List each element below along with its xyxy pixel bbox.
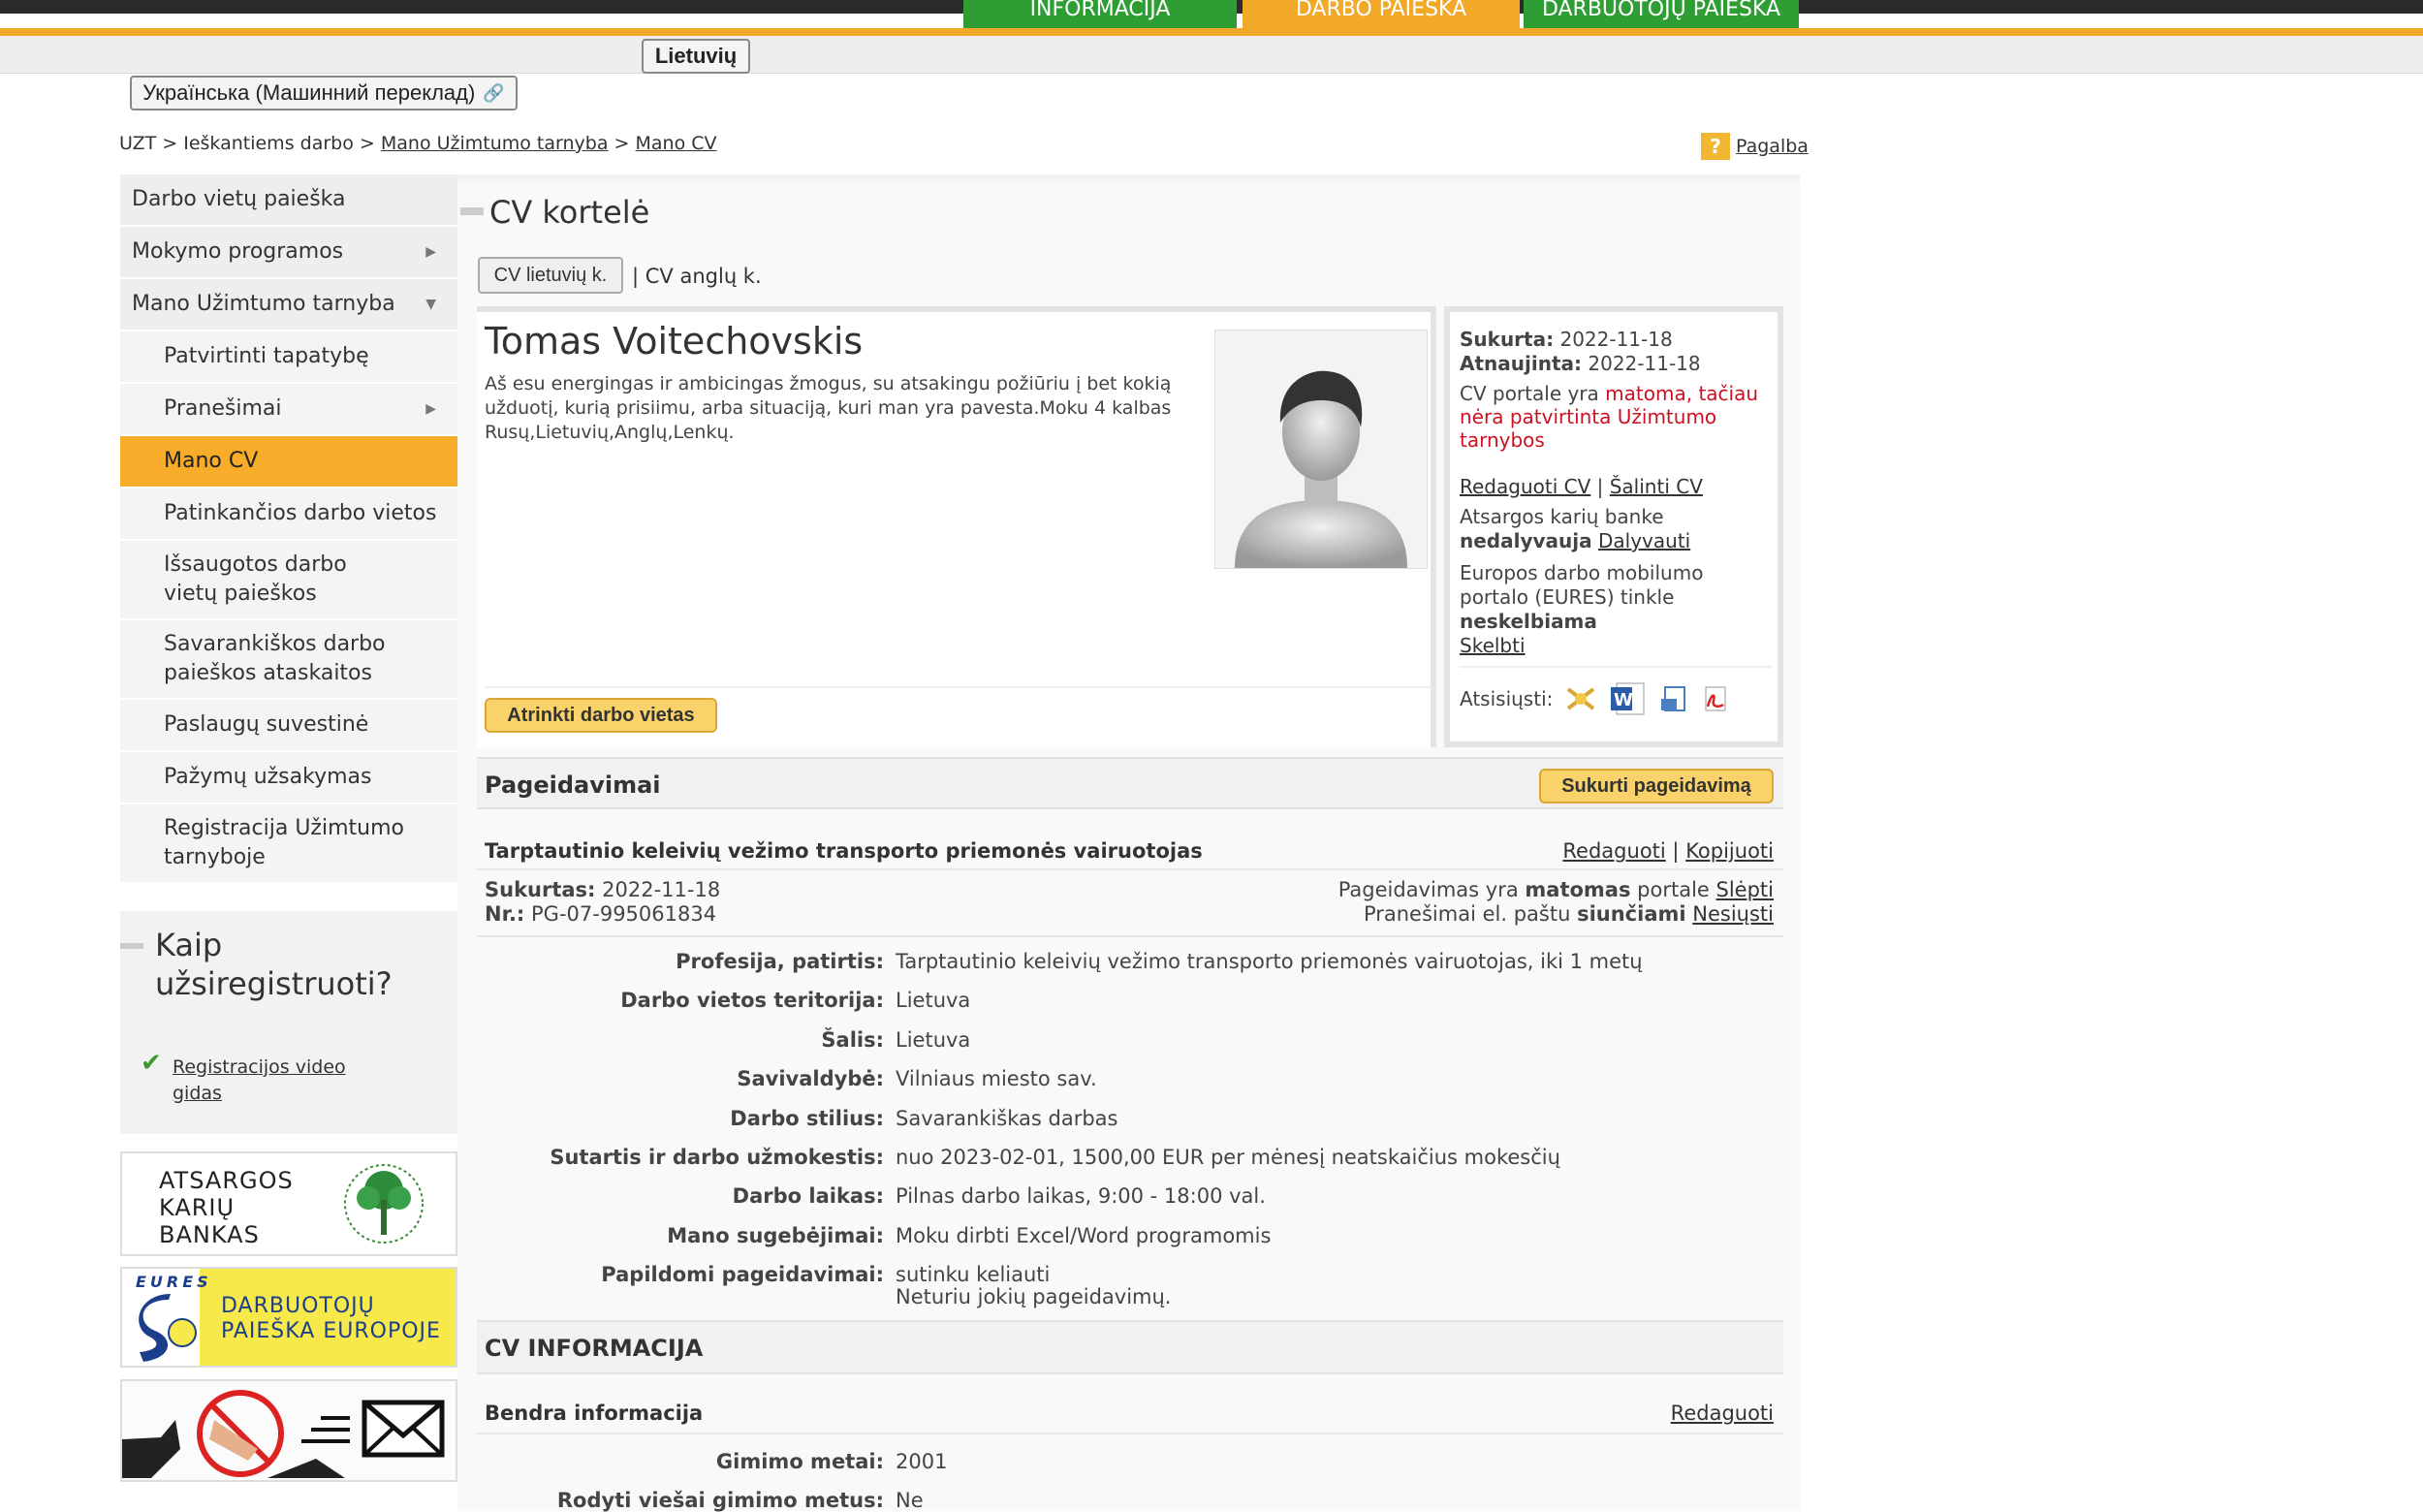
sidebar-menu: Darbo vietų paieška Mokymo programos ▶ Ma… (120, 174, 457, 884)
registration-video-link[interactable]: Registracijos video gidas (173, 1055, 386, 1107)
chevron-right-icon: ▶ (425, 244, 436, 260)
breadcrumb-mano-uzt[interactable]: Mano Užimtumo tarnyba (381, 133, 609, 154)
pdf-icon[interactable] (1700, 683, 1729, 714)
sidebar-item-registracija[interactable]: Registracija Užimtumo tarnyboje (120, 804, 457, 884)
help-question-icon: ? (1701, 133, 1730, 160)
help-label[interactable]: Pagalba (1736, 136, 1809, 157)
reserve-participate-link[interactable]: Dalyvauti (1598, 529, 1690, 552)
no-bribe-envelope-icon (122, 1390, 445, 1478)
sidebar-item-darbo-vietu-paieska[interactable]: Darbo vietų paieška (120, 174, 457, 227)
sidebar-item-issaugotos[interactable]: Išsaugotos darbo vietų paieškos (120, 541, 457, 620)
general-info-edit-link[interactable]: Redaguoti (1671, 1402, 1774, 1425)
help-link[interactable]: ? Pagalba (1701, 133, 1809, 160)
preference-fields-labels: Profesija, patirtis: Darbo vietos terito… (550, 950, 884, 1286)
hide-preference-link[interactable]: Slėpti (1716, 878, 1774, 901)
sidebar-item-ataskaitos[interactable]: Savarankiškos darbo paieškos ataskaitos (120, 620, 457, 700)
word-doc-icon[interactable]: W (1609, 679, 1648, 718)
language-lithuanian-button[interactable]: Lietuvių (642, 39, 750, 74)
avatar (1214, 330, 1428, 569)
general-info-labels: Gimimo metai: Rodyti viešai gimimo metus… (556, 1450, 884, 1512)
chevron-down-icon: ▼ (425, 297, 436, 312)
field-territory: Lietuva (896, 989, 971, 1012)
cv-created-date: 2022-11-18 (1559, 328, 1673, 351)
preference-fields-values: Tarptautinio keleivių vežimo transporto … (896, 950, 1768, 1318)
document-icon[interactable] (1659, 683, 1688, 714)
breadcrumb-ieskantiems[interactable]: Ieškantiems darbo (183, 133, 354, 154)
create-preference-button[interactable]: Sukurti pageidavimą (1539, 769, 1774, 803)
breadcrumb: UZT > Ieškantiems darbo > Mano Užimtumo … (119, 133, 717, 154)
cv-info-title: CV INFORMACIJA (485, 1335, 704, 1362)
preference-copy-link[interactable]: Kopijuoti (1685, 839, 1774, 863)
preferences-title: Pageidavimai (485, 772, 661, 799)
user-silhouette-icon (1235, 370, 1407, 568)
general-info-title: Bendra informacija (485, 1402, 704, 1425)
svg-text:W: W (1614, 690, 1633, 710)
howto-mark (120, 943, 143, 949)
cv-english-tab-wrap: | CV anglų k. (632, 265, 762, 288)
reserve-soldiers-banner[interactable]: ATSARGOS KARIŲ BANKAS (120, 1151, 457, 1256)
field-profession: Tarptautinio keleivių vežimo transporto … (896, 950, 1643, 973)
no-bribes-banner[interactable] (120, 1379, 457, 1482)
preference-actions: Redaguoti | Kopijuoti (1562, 839, 1774, 863)
title-mark (460, 207, 484, 215)
field-municipality: Vilniaus miesto sav. (896, 1067, 1097, 1090)
sidebar-item-mano-cv[interactable]: Mano CV (120, 436, 457, 488)
sidebar-item-pranesimai[interactable]: Pranešimai ▶ (120, 384, 457, 436)
profile-name: Tomas Voitechovskis (485, 320, 864, 362)
preference-item-title: Tarptautinio keleivių vežimo transporto … (485, 839, 1203, 863)
eures-logo-icon (139, 1294, 197, 1362)
top-gray-bar (0, 36, 2423, 74)
preference-edit-link[interactable]: Redaguoti (1562, 839, 1665, 863)
sidebar-item-patinkancios[interactable]: Patinkančios darbo vietos (120, 488, 457, 541)
breadcrumb-mano-cv[interactable]: Mano CV (636, 133, 717, 154)
eures-banner[interactable]: EURES DARBUOTOJŲ PAIEŠKA EUROPOJE (120, 1267, 457, 1368)
edit-cv-link[interactable]: Redaguoti CV (1460, 475, 1590, 498)
preference-status: Pageidavimas yra matomas portale Slėpti … (1337, 878, 1774, 926)
select-jobs-button[interactable]: Atrinkti darbo vietas (485, 698, 717, 733)
cv-english-tab[interactable]: CV anglų k. (645, 265, 762, 288)
language-translate-label: Українська (Машинний переклад) (142, 80, 476, 105)
cv-meta-content: Sukurta: 2022-11-18 Atnaujinta: 2022-11-… (1460, 328, 1772, 718)
external-link-icon: 🔗 (483, 82, 505, 103)
tree-emblem-icon (344, 1164, 424, 1244)
field-country: Lietuva (896, 1028, 971, 1052)
sidebar-item-paslaugu-suvestine[interactable]: Paslaugų suvestinė (120, 700, 457, 752)
field-work-style: Savarankiškas darbas (896, 1107, 1118, 1130)
sidebar-item-mano-uzimtumo-tarnyba[interactable]: Mano Užimtumo tarnyba ▼ (120, 279, 457, 331)
page-title: CV kortelė (489, 194, 650, 231)
preference-meta: Sukurtas: 2022-11-18 Nr.: PG-07-99506183… (485, 878, 721, 926)
profile-about: Aš esu energingas ir ambicingas žmogus, … (485, 373, 1172, 443)
howto-title: Kaip užsiregistruoti? (155, 927, 393, 1002)
field-birth-year: 2001 (896, 1450, 948, 1473)
stop-email-link[interactable]: Nesiųsti (1692, 902, 1774, 926)
eures-publish-link[interactable]: Skelbti (1460, 634, 1526, 657)
field-additional-2: Neturiu jokių pageidavimų. (896, 1285, 1172, 1308)
sidebar-item-mokymo-programos[interactable]: Mokymo programos ▶ (120, 227, 457, 279)
cv-lithuanian-tab[interactable]: CV lietuvių k. (478, 257, 623, 294)
general-info-values: 2001 Ne (896, 1450, 1283, 1512)
top-orange-stripe (0, 28, 2423, 36)
delete-cv-link[interactable]: Šalinti CV (1610, 475, 1703, 498)
check-icon: ✔ (141, 1049, 162, 1078)
profile-separator (485, 686, 1432, 688)
sidebar-item-pazymu-uzsakymas[interactable]: Pažymų užsakymas (120, 752, 457, 804)
shield-icon[interactable] (1564, 683, 1597, 714)
sidebar-item-patvirtinti-tapatybe[interactable]: Patvirtinti tapatybę (120, 331, 457, 384)
field-contract-salary: nuo 2023-02-01, 1500,00 EUR per mėnesį n… (896, 1146, 1560, 1169)
breadcrumb-uzt[interactable]: UZT (119, 133, 156, 154)
field-additional: sutinku keliauti (896, 1263, 1051, 1286)
field-work-time: Pilnas darbo laikas, 9:00 - 18:00 val. (896, 1184, 1266, 1208)
chevron-right-icon: ▶ (425, 401, 436, 417)
field-show-birth-year: Ne (896, 1489, 924, 1512)
cv-updated-date: 2022-11-18 (1588, 352, 1701, 375)
language-translate-button[interactable]: Українська (Машинний переклад) 🔗 (130, 76, 518, 110)
field-skills: Moku dirbti Excel/Word programomis (896, 1224, 1272, 1247)
